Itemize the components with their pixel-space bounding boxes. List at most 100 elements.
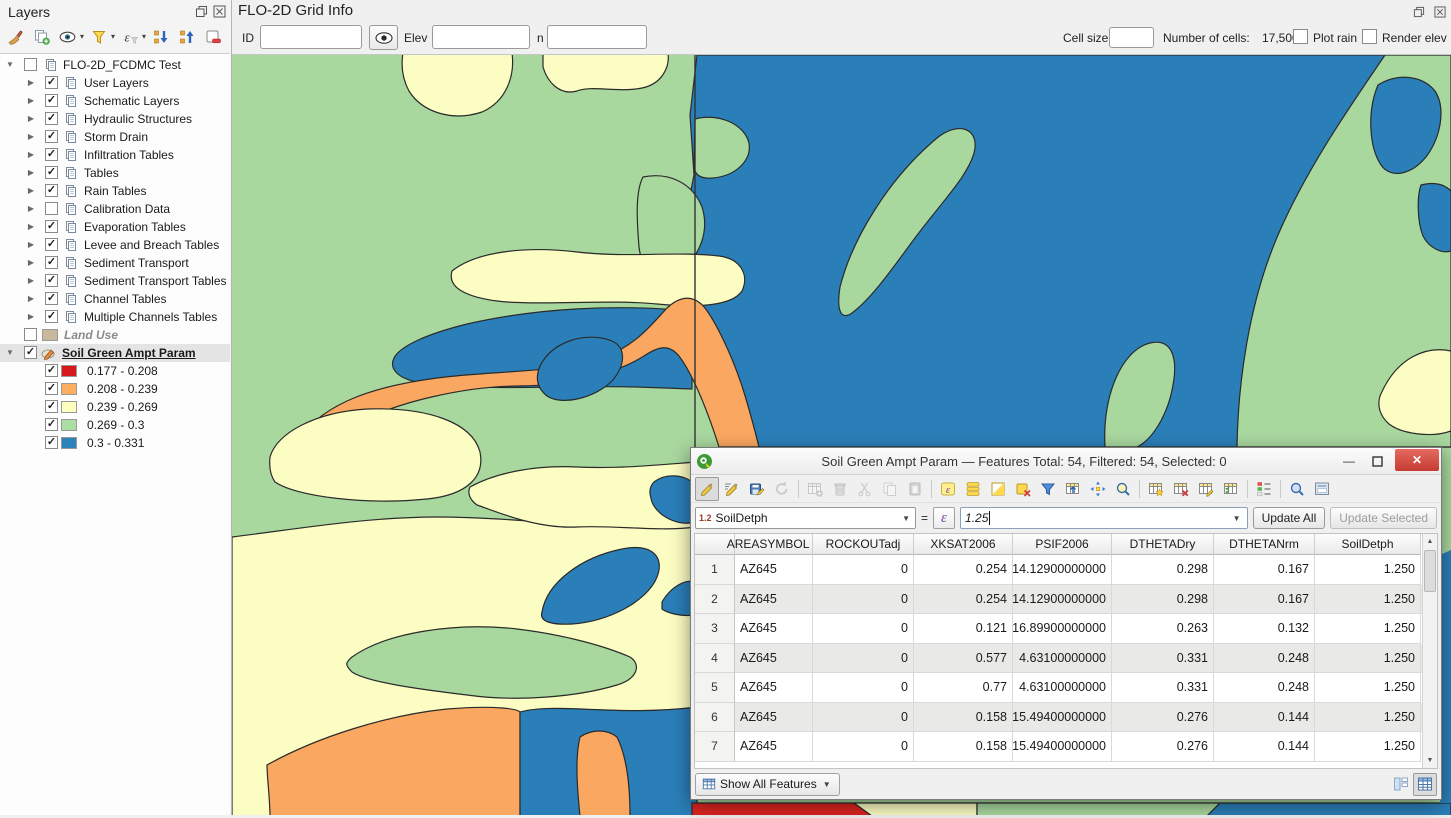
cell[interactable]: 15.49400000000 — [1013, 703, 1112, 733]
expand-arrow-icon[interactable]: ▶ — [26, 222, 36, 231]
render-elev-checkbox[interactable] — [1362, 29, 1377, 44]
field-select-combo[interactable]: 1.2 SoilDetph ▼ — [695, 507, 916, 529]
cell[interactable]: 0 — [813, 673, 914, 703]
cell[interactable]: 1.250 — [1315, 732, 1421, 762]
cell[interactable]: 0.144 — [1214, 732, 1315, 762]
layer-item-hydraulic-structures[interactable]: ▶✓Hydraulic Structures — [0, 110, 230, 128]
remove-layer-icon[interactable] — [202, 26, 224, 48]
table-row[interactable]: 4AZ64500.5774.631000000000.3310.2481.250 — [695, 644, 1422, 674]
collapse-all-icon[interactable] — [176, 26, 198, 48]
cell[interactable]: AZ645 — [735, 732, 813, 762]
cell[interactable]: 0.144 — [1214, 703, 1315, 733]
cell[interactable]: 0.263 — [1112, 614, 1214, 644]
reload-icon[interactable] — [770, 477, 794, 501]
table-row[interactable]: 5AZ64500.774.631000000000.3310.2481.250 — [695, 673, 1422, 703]
cell[interactable]: 0.248 — [1214, 644, 1315, 674]
expand-arrow-icon[interactable]: ▶ — [26, 78, 36, 87]
table-row[interactable]: 1AZ64500.25414.129000000000.2980.1671.25… — [695, 555, 1422, 585]
visibility-checkbox[interactable]: ✓ — [45, 94, 58, 107]
close-icon[interactable]: ✕ — [1395, 449, 1439, 471]
color-swatch[interactable] — [61, 383, 77, 395]
invert-selection-icon[interactable] — [986, 477, 1010, 501]
column-header-dthetanrm[interactable]: DTHETANrm — [1214, 534, 1315, 555]
manage-map-themes-icon[interactable] — [57, 26, 79, 48]
feature-filter-button[interactable]: Show All Features ▼ — [695, 773, 840, 796]
layer-item-0-239-0-269[interactable]: ✓0.239 - 0.269 — [0, 398, 230, 416]
row-number[interactable]: 4 — [695, 644, 735, 674]
scrollbar-thumb[interactable] — [1424, 550, 1436, 592]
column-header-psif2006[interactable]: PSIF2006 — [1013, 534, 1112, 555]
cell[interactable]: 0.167 — [1214, 585, 1315, 615]
visibility-checkbox[interactable]: ✓ — [45, 238, 58, 251]
open-layer-styling-icon[interactable] — [5, 26, 27, 48]
minimize-icon[interactable]: — — [1335, 451, 1363, 471]
cell[interactable]: 0.77 — [914, 673, 1013, 703]
cell[interactable]: AZ645 — [735, 585, 813, 615]
visibility-checkbox[interactable]: ✓ — [45, 310, 58, 323]
cell[interactable]: 0.276 — [1112, 703, 1214, 733]
visibility-checkbox[interactable]: ✓ — [45, 220, 58, 233]
plot-rain-checkbox[interactable] — [1293, 29, 1308, 44]
visibility-checkbox[interactable]: ✓ — [45, 400, 58, 413]
filter-select-by-form-icon[interactable] — [1036, 477, 1060, 501]
cell[interactable]: AZ645 — [735, 703, 813, 733]
cell-size-input[interactable] — [1109, 27, 1154, 48]
search-features-icon[interactable] — [1285, 477, 1309, 501]
visibility-checkbox[interactable]: ✓ — [45, 130, 58, 143]
expand-arrow-icon[interactable]: ▶ — [26, 312, 36, 321]
expression-builder-button[interactable]: ε — [933, 507, 955, 529]
visibility-checkbox[interactable]: ✓ — [45, 112, 58, 125]
expand-arrow-icon[interactable]: ▶ — [26, 276, 36, 285]
row-number[interactable]: 3 — [695, 614, 735, 644]
visibility-checkbox[interactable]: ✓ — [45, 184, 58, 197]
cell[interactable]: 0 — [813, 614, 914, 644]
cell[interactable]: 0.331 — [1112, 673, 1214, 703]
cell[interactable]: 0 — [813, 732, 914, 762]
cell[interactable]: 4.63100000000 — [1013, 644, 1112, 674]
collapse-arrow-icon[interactable]: ▼ — [5, 348, 15, 357]
visibility-checkbox[interactable] — [45, 202, 58, 215]
cell[interactable]: 0.248 — [1214, 673, 1315, 703]
row-number[interactable]: 2 — [695, 585, 735, 615]
layer-item-storm-drain[interactable]: ▶✓Storm Drain — [0, 128, 230, 146]
cell[interactable]: 0.121 — [914, 614, 1013, 644]
visibility-checkbox[interactable]: ✓ — [45, 436, 58, 449]
cell[interactable]: 0.298 — [1112, 555, 1214, 585]
dock-table-icon[interactable] — [1310, 477, 1334, 501]
add-group-icon[interactable] — [31, 26, 53, 48]
visibility-checkbox[interactable]: ✓ — [45, 292, 58, 305]
column-header-dthetadry[interactable]: DTHETADry — [1112, 534, 1214, 555]
cell[interactable]: 0 — [813, 555, 914, 585]
chevron-down-icon[interactable]: ▾ — [142, 32, 146, 41]
visibility-checkbox[interactable]: ✓ — [45, 418, 58, 431]
cell[interactable]: 0.167 — [1214, 555, 1315, 585]
layer-item-flo-2d-fcdmc-test[interactable]: ▼FLO-2D_FCDMC Test — [0, 56, 230, 74]
layer-item-multiple-channels-tables[interactable]: ▶✓Multiple Channels Tables — [0, 308, 230, 326]
color-swatch[interactable] — [61, 437, 77, 449]
layers-panel-close-icon[interactable] — [212, 4, 227, 19]
update-selected-button[interactable]: Update Selected — [1330, 507, 1437, 529]
visibility-checkbox[interactable]: ✓ — [45, 382, 58, 395]
cell[interactable]: 0 — [813, 703, 914, 733]
cell[interactable]: 14.12900000000 — [1013, 585, 1112, 615]
expand-arrow-icon[interactable]: ▶ — [26, 168, 36, 177]
cell[interactable]: 0.331 — [1112, 644, 1214, 674]
expression-input[interactable]: 1.25 ▼ — [960, 507, 1248, 529]
expand-arrow-icon[interactable]: ▶ — [26, 294, 36, 303]
chevron-down-icon[interactable]: ▾ — [80, 32, 84, 41]
organize-columns-icon[interactable] — [1219, 477, 1243, 501]
expand-arrow-icon[interactable]: ▶ — [26, 132, 36, 141]
expand-arrow-icon[interactable]: ▶ — [26, 204, 36, 213]
table-row[interactable]: 7AZ64500.15815.494000000000.2760.1441.25… — [695, 732, 1422, 762]
column-header-xksat2006[interactable]: XKSAT2006 — [914, 534, 1013, 555]
filter-legend-by-expression-icon[interactable]: ε — [119, 26, 141, 48]
delete-field-icon[interactable] — [1169, 477, 1193, 501]
cell[interactable]: 1.250 — [1315, 673, 1421, 703]
table-view-toggle[interactable] — [1413, 773, 1437, 796]
layer-item-0-177-0-208[interactable]: ✓0.177 - 0.208 — [0, 362, 230, 380]
conditional-formatting-icon[interactable] — [1252, 477, 1276, 501]
visibility-checkbox[interactable]: ✓ — [45, 364, 58, 377]
visibility-checkbox[interactable] — [24, 58, 37, 71]
row-number[interactable]: 1 — [695, 555, 735, 585]
cell[interactable]: 1.250 — [1315, 644, 1421, 674]
